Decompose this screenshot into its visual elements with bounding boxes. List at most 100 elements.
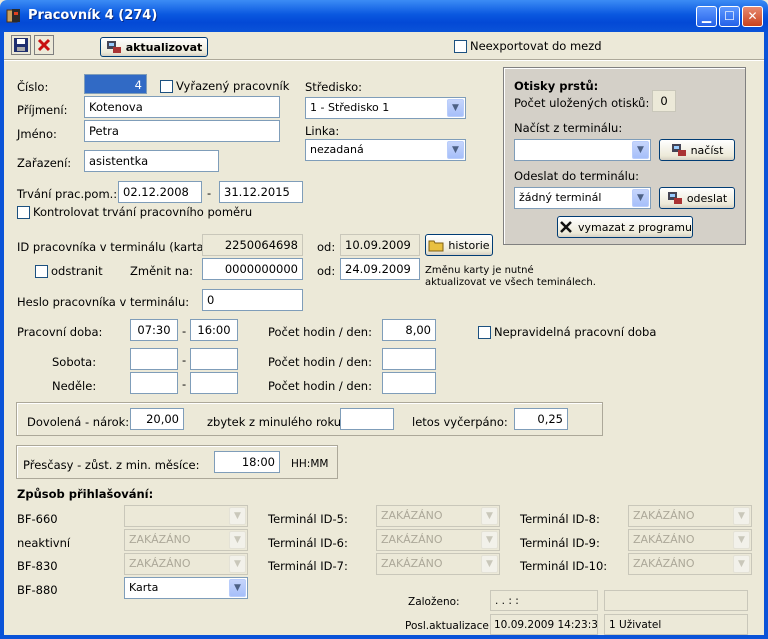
saturday-from-input[interactable] xyxy=(130,348,178,370)
login-bf880-select[interactable]: Karta ▼ xyxy=(124,577,248,599)
sunday-hours-input[interactable] xyxy=(382,372,436,394)
overtime-label: Přesčasy - zůst. z min. měsíce: xyxy=(23,458,200,472)
chevron-down-icon: ▼ xyxy=(481,531,498,549)
terminal-id6-select[interactable]: ZAKÁZÁNO ▼ xyxy=(376,529,500,551)
vacation-entitlement-input[interactable]: 20,00 xyxy=(130,408,184,430)
card-from2-date[interactable]: 24.09.2009 xyxy=(340,258,420,280)
hours-input[interactable]: 8,00 xyxy=(382,319,436,341)
close-window-button[interactable]: ✕ xyxy=(742,6,763,27)
password-input[interactable]: 0 xyxy=(202,289,303,311)
terminal-id9-value: ZAKÁZÁNO xyxy=(633,533,695,546)
login-inactive-select[interactable]: ZAKÁZÁNO ▼ xyxy=(124,529,248,551)
send-button-label: odeslat xyxy=(686,191,728,205)
vacation-used-input[interactable]: 0,25 xyxy=(514,408,568,430)
center-select[interactable]: 1 - Středisko 1 ▼ xyxy=(305,97,466,119)
terminal-id9-select[interactable]: ZAKÁZÁNO ▼ xyxy=(628,529,752,551)
load-button[interactable]: načíst xyxy=(659,139,735,161)
date-from-input[interactable]: 02.12.2008 xyxy=(118,181,202,203)
terminal-id6-label: Terminál ID-6: xyxy=(268,536,348,550)
history-button[interactable]: historie xyxy=(425,234,493,256)
refresh-button[interactable]: aktualizovat xyxy=(100,37,208,57)
maximize-button[interactable]: ☐ xyxy=(719,6,740,27)
position-input[interactable]: asistentka xyxy=(84,150,219,172)
cancel-button[interactable] xyxy=(34,35,54,55)
minimize-button[interactable]: ▁ xyxy=(696,6,717,27)
line-select[interactable]: nezadaná ▼ xyxy=(305,139,466,161)
line-value: nezadaná xyxy=(310,143,364,156)
overtime-input[interactable]: 18:00 xyxy=(214,451,280,473)
stored-count-value: 0 xyxy=(652,90,676,112)
new-card-id-input[interactable]: 0000000000 xyxy=(202,258,303,280)
sunday-to-input[interactable] xyxy=(190,372,238,394)
terminal-icon xyxy=(106,41,121,53)
irregular-checkbox[interactable] xyxy=(478,326,491,339)
send-terminal-value: žádný terminál xyxy=(519,191,602,204)
saturday-dash: - xyxy=(182,353,187,367)
saturday-to-input[interactable] xyxy=(190,348,238,370)
terminal-id8-select[interactable]: ZAKÁZÁNO ▼ xyxy=(628,505,752,527)
password-label: Heslo pracovníka v terminálu: xyxy=(17,295,190,309)
excluded-checkbox[interactable] xyxy=(160,80,173,93)
card-from-date: 10.09.2009 xyxy=(340,234,420,256)
terminal-id10-select[interactable]: ZAKÁZÁNO ▼ xyxy=(628,553,752,575)
chevron-down-icon: ▼ xyxy=(632,189,649,207)
updated-label: Posl.aktualizace: xyxy=(405,620,493,632)
chevron-down-icon: ▼ xyxy=(447,99,464,117)
name-label: Jméno: xyxy=(17,127,57,141)
remove-card-checkbox[interactable] xyxy=(35,265,48,278)
chevron-down-icon: ▼ xyxy=(733,531,750,549)
line-label: Linka: xyxy=(305,124,340,138)
load-terminal-select[interactable]: ▼ xyxy=(514,139,651,161)
no-export-checkbox[interactable] xyxy=(454,40,467,53)
saturday-hours-label: Počet hodin / den: xyxy=(268,355,372,369)
window-title: Pracovník 4 (274) xyxy=(28,8,158,23)
terminal-id7-select[interactable]: ZAKÁZÁNO ▼ xyxy=(376,553,500,575)
card-from-label: od: xyxy=(317,240,336,254)
save-icon xyxy=(14,38,28,52)
terminal-id5-select[interactable]: ZAKÁZÁNO ▼ xyxy=(376,505,500,527)
sunday-from-input[interactable] xyxy=(130,372,178,394)
terminal-id10-value: ZAKÁZÁNO xyxy=(633,557,695,570)
maximize-icon: ☐ xyxy=(724,9,735,23)
created-user xyxy=(604,590,748,611)
updated-value: 10.09.2009 14:23:35 xyxy=(490,614,598,635)
remove-card-label: odstranit xyxy=(51,264,103,278)
terminal-id8-value: ZAKÁZÁNO xyxy=(633,509,695,522)
delete-from-program-button[interactable]: vymazat z programu xyxy=(557,216,693,238)
send-button[interactable]: odeslat xyxy=(659,187,735,209)
sunday-hours-label: Počet hodin / den: xyxy=(268,379,372,393)
surname-input[interactable]: Kotenova xyxy=(84,96,280,118)
card-note-line2: aktualizovat ve všech teminálech. xyxy=(425,277,596,288)
vacation-remainder-label: zbytek z minulého roku: xyxy=(207,415,345,429)
number-input[interactable]: 4 xyxy=(84,74,147,94)
check-duration-checkbox[interactable] xyxy=(17,206,30,219)
terminal-id7-value: ZAKÁZÁNO xyxy=(381,557,443,570)
vacation-remainder-input[interactable] xyxy=(340,408,394,430)
load-button-label: načíst xyxy=(690,143,724,157)
chevron-down-icon: ▼ xyxy=(481,507,498,525)
terminal-id10-label: Terminál ID-10: xyxy=(520,559,608,573)
save-button[interactable] xyxy=(11,35,31,55)
delete-from-program-label: vymazat z programu xyxy=(578,220,692,234)
center-value: 1 - Středisko 1 xyxy=(310,101,390,114)
login-title: Způsob přihlašování: xyxy=(17,487,154,501)
date-to-input[interactable]: 31.12.2015 xyxy=(219,181,303,203)
login-bf830-select[interactable]: ZAKÁZÁNO ▼ xyxy=(124,553,248,575)
worktime-to-input[interactable]: 16:00 xyxy=(190,319,238,341)
position-label: Zařazení: xyxy=(17,156,72,170)
hours-label: Počet hodin / den: xyxy=(268,325,372,339)
chevron-down-icon: ▼ xyxy=(733,555,750,573)
number-label: Číslo: xyxy=(17,80,49,94)
login-bf830-label: BF-830 xyxy=(17,559,58,573)
saturday-hours-input[interactable] xyxy=(382,348,436,370)
worktime-dash: - xyxy=(182,324,187,338)
center-label: Středisko: xyxy=(305,80,363,94)
terminal-id8-label: Terminál ID-8: xyxy=(520,512,600,526)
login-bf660-select[interactable]: ▼ xyxy=(124,505,248,527)
name-input[interactable]: Petra xyxy=(84,120,280,142)
worktime-from-input[interactable]: 07:30 xyxy=(130,319,178,341)
send-terminal-select[interactable]: žádný terminál ▼ xyxy=(514,187,651,209)
created-value: . . : : xyxy=(490,590,598,611)
history-button-label: historie xyxy=(448,238,490,252)
minimize-icon: ▁ xyxy=(701,9,712,23)
